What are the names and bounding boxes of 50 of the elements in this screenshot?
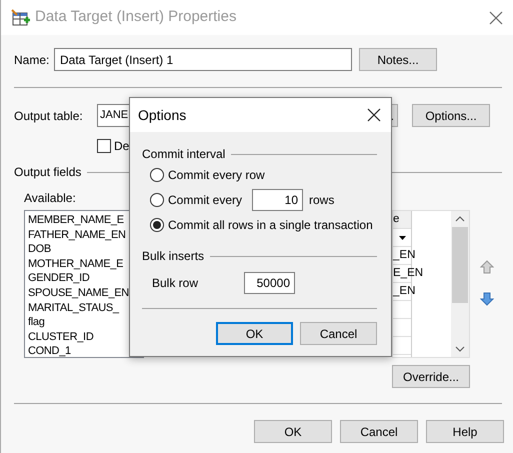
group-title: Bulk inserts — [142, 248, 204, 265]
override-button[interactable]: Override... — [392, 365, 470, 388]
list-item[interactable]: COND_1 — [28, 344, 71, 359]
dialog-button[interactable]: Cancel — [340, 420, 418, 443]
output-table-label: Output table: — [14, 108, 84, 124]
table-icon — [11, 8, 31, 26]
dialog-title: Options — [138, 106, 186, 125]
radio-button[interactable] — [150, 218, 164, 232]
list-item[interactable]: GENDER_ID — [28, 271, 90, 286]
checkbox[interactable] — [97, 139, 111, 153]
radio-button[interactable] — [150, 168, 164, 182]
list-item[interactable]: MARITAL_STAUS_ — [28, 300, 119, 316]
options-button[interactable]: Options... — [412, 104, 490, 127]
dialog-button[interactable]: OK — [254, 420, 332, 443]
list-item[interactable]: flag — [28, 315, 45, 330]
name-label: Name: — [14, 52, 50, 68]
group-title: Output fields — [14, 164, 82, 181]
dropdown-icon — [398, 236, 406, 240]
list-item[interactable]: DOB — [28, 242, 51, 257]
table-cell-text: _EN — [393, 284, 416, 299]
radio-label[interactable]: Commit every — [168, 191, 248, 209]
bulk-row-label: Bulk row — [152, 275, 200, 292]
close-button[interactable] — [365, 106, 383, 124]
radio-button[interactable] — [150, 193, 164, 207]
list-item[interactable]: CLUSTER_ID — [28, 330, 94, 344]
up-arrow-icon — [480, 260, 494, 274]
available-label: Available: — [24, 191, 76, 205]
window-title: Data Target (Insert) Properties — [35, 7, 236, 28]
radio-label[interactable]: Commit all rows in a single transaction — [168, 216, 373, 234]
scrollbar[interactable] — [451, 211, 469, 357]
checkbox-label: De — [114, 138, 130, 155]
column-header: e — [393, 212, 400, 227]
radio-label[interactable]: Commit every row — [168, 166, 265, 184]
list-item[interactable]: MEMBER_NAME_E — [28, 213, 124, 228]
dialog-button[interactable]: Help — [426, 420, 504, 443]
down-arrow-icon — [480, 292, 494, 306]
notes-button[interactable]: Notes... — [359, 48, 437, 71]
table-cell-text: E_EN — [393, 266, 424, 281]
name-field[interactable]: Data Target (Insert) 1 — [54, 48, 352, 71]
list-item[interactable]: FATHER_NAME_EN — [28, 228, 126, 242]
table-cell-text: _EN — [393, 248, 416, 263]
scroll-thumb[interactable] — [452, 227, 468, 303]
bulk-row-field[interactable]: 50000 — [244, 272, 295, 294]
dialog-button[interactable]: OK — [216, 322, 293, 345]
list-item[interactable]: SPOUSE_NAME_EN — [28, 286, 129, 301]
group-title: Commit interval — [142, 146, 226, 163]
list-item[interactable]: MOTHER_NAME_E — [28, 256, 124, 272]
dialog-button[interactable]: Cancel — [300, 322, 377, 345]
count-field[interactable]: 10 — [252, 189, 303, 211]
unit-label: rows — [309, 192, 334, 209]
